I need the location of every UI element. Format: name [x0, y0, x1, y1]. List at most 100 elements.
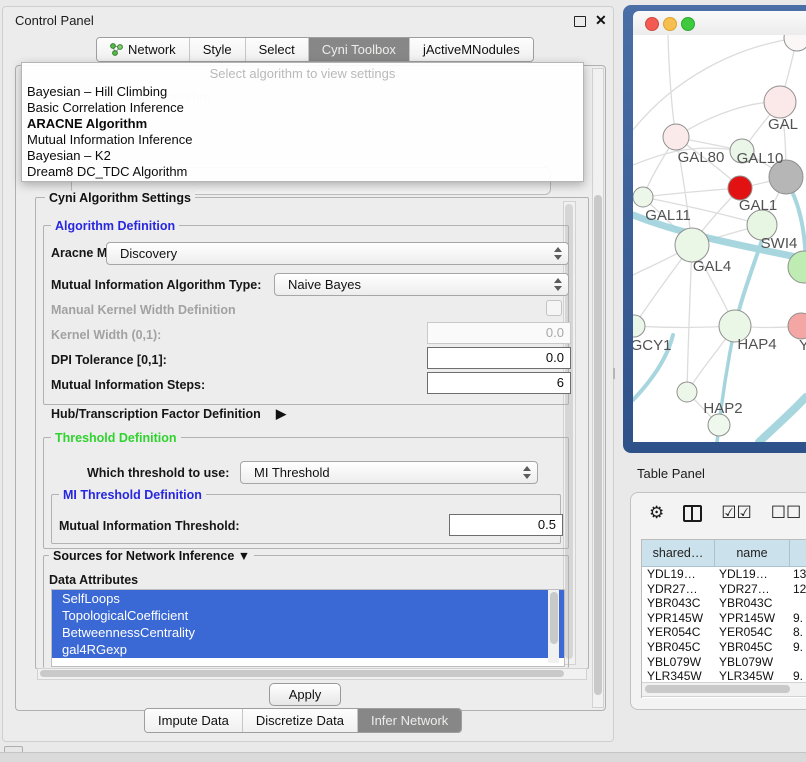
tab-jactivemnodules[interactable]: jActiveMNodules — [409, 38, 533, 61]
hub-definition-label[interactable]: Hub/Transcription Factor Definition — [51, 407, 261, 421]
node-unlabeled[interactable] — [708, 414, 730, 436]
attribute-item-gal4rgexp[interactable]: gal4RGexp — [52, 641, 564, 658]
mi-threshold-label: Mutual Information Threshold: — [59, 519, 240, 533]
table-cell: YDL19… — [714, 567, 788, 582]
apply-button[interactable]: Apply — [269, 683, 341, 706]
table-row[interactable]: YBR045CYBR045C9. — [642, 640, 806, 655]
node-unlabeled[interactable] — [784, 35, 806, 51]
node-label-gal10: GAL10 — [737, 150, 784, 167]
algorithm-item-bayesian-hill-climbing[interactable]: Bayesian – Hill Climbing — [22, 84, 583, 100]
tab-network[interactable]: Network — [97, 38, 189, 61]
table-cell: YER054C — [642, 625, 714, 640]
data-attributes-label: Data Attributes — [49, 573, 138, 587]
checked-columns-icon[interactable]: ☑☑ — [721, 503, 751, 523]
sources-title-text: Sources for Network Inference — [53, 549, 234, 563]
tab-discretize-data[interactable]: Discretize Data — [242, 709, 357, 732]
sources-title[interactable]: Sources for Network Inference ▼ — [49, 549, 254, 563]
attribute-item-selfloops[interactable]: SelfLoops — [52, 590, 564, 607]
table-row[interactable]: YBL079WYBL079W — [642, 655, 806, 670]
table-row[interactable]: YER054CYER054C8. — [642, 625, 806, 640]
column-header-hidden[interactable] — [790, 540, 806, 566]
node-label-hap4: HAP4 — [737, 336, 776, 353]
table-cell: YPR145W — [642, 611, 714, 626]
attribute-item-topologicalcoefficient[interactable]: TopologicalCoefficient — [52, 607, 564, 624]
minimize-traffic-light-icon[interactable] — [663, 17, 677, 31]
network-graph[interactable]: GALGAL80GAL10GAL1GAL11SWI4GAL4GCY1HAP4YH… — [633, 35, 806, 442]
unchecked-columns-icon[interactable]: ☐☐ — [771, 503, 801, 523]
algorithm-item-mutual-information-inference[interactable]: Mutual Information Inference — [22, 132, 583, 148]
mi-steps-field[interactable]: 6 — [427, 372, 571, 394]
tab-infer-network[interactable]: Infer Network — [357, 709, 461, 732]
table-cell: YLR345W — [714, 669, 788, 680]
algorithm-item-aracne-algorithm[interactable]: ARACNE Algorithm — [22, 116, 583, 132]
tab-style[interactable]: Style — [189, 38, 245, 61]
hub-expand-arrow-icon[interactable]: ▶ — [276, 406, 286, 422]
tab-select[interactable]: Select — [245, 38, 308, 61]
kernel-width-field[interactable]: 0.0 — [427, 322, 571, 344]
settings-hscrollbar-thumb[interactable] — [40, 670, 564, 677]
table-row[interactable]: YDL19…YDL19…13 — [642, 567, 806, 582]
close-icon[interactable]: ✕ — [595, 12, 607, 29]
table-row[interactable]: YDR27…YDR27…12 — [642, 582, 806, 597]
node-gcy1[interactable] — [633, 315, 645, 337]
algorithm-list: Bayesian – Hill ClimbingBasic Correlatio… — [22, 84, 583, 180]
network-canvas[interactable]: GALGAL80GAL10GAL1GAL11SWI4GAL4GCY1HAP4YH… — [633, 35, 806, 442]
zoom-traffic-light-icon[interactable] — [681, 17, 695, 31]
mi-algorithm-type-combo[interactable]: Naive Bayes — [274, 273, 569, 296]
tab-impute-data[interactable]: Impute Data — [145, 709, 242, 732]
manual-kernel-width-checkbox[interactable] — [546, 300, 562, 316]
node-y[interactable] — [788, 313, 806, 339]
which-threshold-value: MI Threshold — [254, 465, 330, 480]
table-rows: YDL19…YDL19…13YDR27…YDR27…12YBR043CYBR04… — [642, 567, 806, 680]
node-gal11[interactable] — [633, 187, 653, 207]
algorithm-item-basic-correlation-inference[interactable]: Basic Correlation Inference — [22, 100, 583, 116]
table-cell: YBL079W — [642, 655, 714, 670]
table-header: shared…name — [642, 540, 806, 567]
panel-vscrollbar[interactable] — [592, 68, 604, 708]
mi-threshold-field[interactable]: 0.5 — [449, 514, 563, 536]
column-header-shared[interactable]: shared… — [642, 540, 715, 566]
node-gal80[interactable] — [663, 124, 689, 150]
split-columns-icon[interactable] — [683, 505, 702, 522]
attribute-item-betweennesscentrality[interactable]: BetweennessCentrality — [52, 624, 564, 641]
table-row[interactable]: YPR145WYPR145W9. — [642, 611, 806, 626]
panel-vscrollbar-thumb[interactable] — [594, 195, 602, 695]
float-panel-icon[interactable] — [574, 16, 586, 27]
table-row[interactable]: YBR043CYBR043C — [642, 596, 806, 611]
table-panel-title: Table Panel — [637, 466, 705, 481]
sources-collapse-arrow-icon[interactable]: ▼ — [238, 549, 250, 563]
aracne-mode-combo[interactable]: Discovery — [106, 242, 569, 265]
node-label-hap2: HAP2 — [703, 400, 742, 417]
settings-hscrollbar[interactable] — [37, 668, 587, 680]
table-row[interactable]: YLR345WYLR345W9. — [642, 669, 806, 680]
table-hscrollbar-thumb[interactable] — [645, 685, 790, 693]
node-label-gal1: GAL1 — [739, 197, 777, 214]
node-gal[interactable] — [764, 86, 796, 118]
mi-algorithm-type-label: Mutual Information Algorithm Type: — [51, 278, 261, 292]
node-gal4[interactable] — [675, 228, 709, 262]
table-cell: YDL19… — [642, 567, 714, 582]
tab-label: Discretize Data — [256, 713, 344, 728]
close-traffic-light-icon[interactable] — [645, 17, 659, 31]
panel-splitter-handle[interactable] — [613, 368, 615, 379]
node-hap2[interactable] — [677, 382, 697, 402]
which-threshold-combo[interactable]: MI Threshold — [240, 461, 538, 484]
network-window-titlebar[interactable] — [633, 11, 806, 35]
table-hscrollbar[interactable] — [642, 682, 806, 697]
table-cell: 8. — [788, 625, 806, 640]
table-cell: YER054C — [714, 625, 788, 640]
tab-cyni-toolbox[interactable]: Cyni Toolbox — [308, 38, 409, 61]
dpi-tolerance-field[interactable]: 0.0 — [427, 347, 571, 369]
table-toolbar: ⚙ ☑☑ ☐☐ — [649, 503, 806, 523]
algorithm-item-dream8-dc-tdc-algorithm[interactable]: Dream8 DC_TDC Algorithm — [22, 164, 583, 180]
network-view-window[interactable]: GALGAL80GAL10GAL1GAL11SWI4GAL4GCY1HAP4YH… — [623, 5, 806, 453]
bottom-status-strip — [0, 752, 806, 762]
attributes-vscrollbar[interactable] — [548, 590, 559, 663]
network-icon — [110, 43, 123, 56]
node-label-gal: GAL — [768, 116, 798, 133]
gear-icon[interactable]: ⚙ — [649, 503, 664, 523]
algorithm-item-bayesian-k2[interactable]: Bayesian – K2 — [22, 148, 583, 164]
dpi-tolerance-label: DPI Tolerance [0,1]: — [51, 353, 167, 367]
column-header-name[interactable]: name — [715, 540, 790, 566]
attributes-vscrollbar-thumb[interactable] — [550, 592, 558, 644]
